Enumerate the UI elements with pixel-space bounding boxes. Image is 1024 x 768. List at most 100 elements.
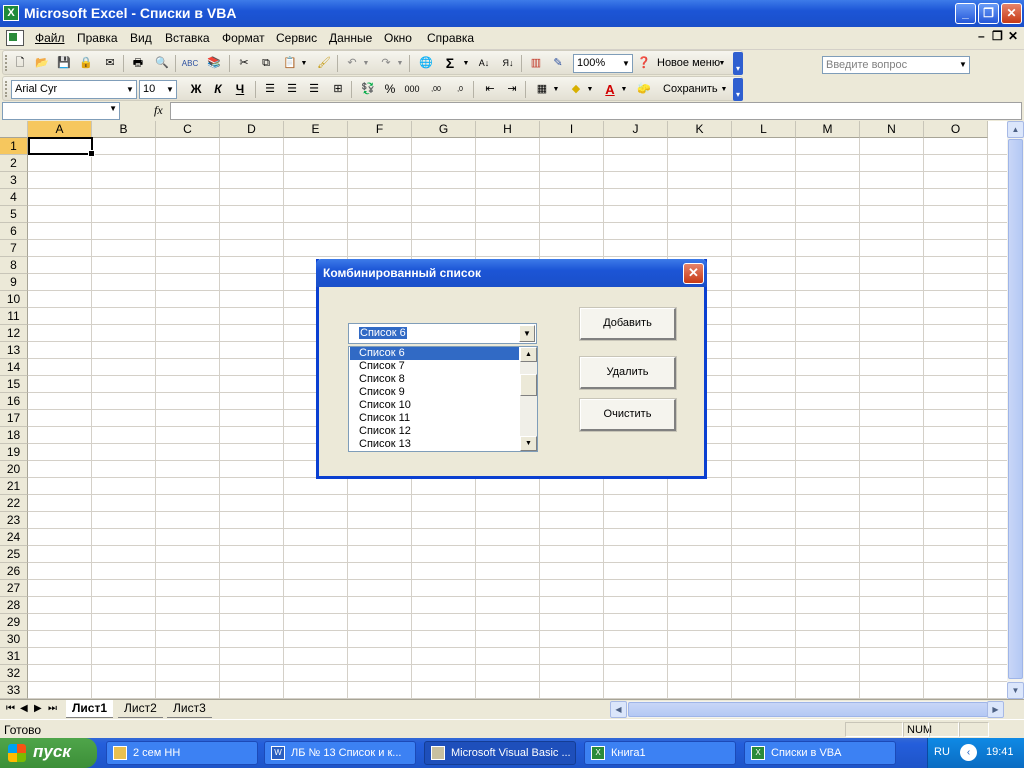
column-header[interactable]: M (796, 121, 860, 138)
format-painter-icon[interactable]: 🖌 (315, 55, 333, 72)
font-size-select[interactable]: 10 ▼ (139, 80, 177, 99)
row-header[interactable]: 15 (0, 376, 28, 393)
chevron-down-icon[interactable]: ▼ (585, 81, 595, 98)
scroll-left-icon[interactable]: ◀ (610, 701, 627, 718)
print-icon[interactable]: 🖶 (129, 55, 147, 72)
row-header[interactable]: 27 (0, 580, 28, 597)
dialog-close-button[interactable]: ✕ (683, 263, 704, 284)
toolbar-grip[interactable] (5, 55, 8, 71)
new-doc-icon[interactable]: 🗋 (11, 55, 29, 72)
row-header[interactable]: 2 (0, 155, 28, 172)
row-header[interactable]: 29 (0, 614, 28, 631)
delete-button[interactable]: Удалить (579, 356, 677, 390)
task-lists-vba[interactable]: X Списки в VBA (744, 741, 896, 765)
sheet-tab-1[interactable]: Лист1 (66, 700, 114, 718)
decrease-decimal-icon[interactable]: ,0 (451, 81, 469, 98)
menu-help[interactable]: Справка (424, 31, 477, 45)
tray-expand-icon[interactable]: ‹ (960, 744, 977, 761)
increase-decimal-icon[interactable]: ,00 (427, 81, 445, 98)
undo-icon[interactable]: ↶ (343, 55, 361, 72)
chevron-down-icon[interactable]: ▼ (361, 55, 371, 72)
doc-minimize-icon[interactable]: – (978, 29, 985, 43)
chevron-down-icon[interactable]: ▼ (619, 81, 629, 98)
save-toolbar-button[interactable]: Сохранить (663, 83, 718, 95)
row-header[interactable]: 18 (0, 427, 28, 444)
menu-edit[interactable]: Правка (74, 31, 121, 45)
list-item[interactable]: Список 13 (350, 438, 519, 451)
hyperlink-icon[interactable]: 🌐 (417, 55, 435, 72)
chevron-down-icon[interactable]: ▼ (461, 55, 471, 72)
row-header[interactable]: 12 (0, 325, 28, 342)
column-header[interactable]: F (348, 121, 412, 138)
menu-data[interactable]: Данные (326, 31, 375, 45)
row-header[interactable]: 9 (0, 274, 28, 291)
column-header[interactable]: B (92, 121, 156, 138)
menu-file[interactable]: Файл (32, 31, 68, 45)
chevron-down-icon[interactable]: ▼ (620, 55, 632, 72)
add-button[interactable]: Добавить (579, 307, 677, 341)
drawing-icon[interactable]: ✎ (549, 55, 567, 72)
autosum-icon[interactable]: Σ (441, 55, 459, 72)
currency-icon[interactable]: 💱 (359, 81, 377, 98)
list-item[interactable]: Список 10 (350, 399, 519, 412)
toolbar-grip[interactable] (5, 81, 8, 97)
row-header[interactable]: 28 (0, 597, 28, 614)
row-header[interactable]: 4 (0, 189, 28, 206)
new-menu-button[interactable]: Новое меню (657, 57, 720, 69)
sheet-tab-2[interactable]: Лист2 (118, 700, 163, 718)
row-header[interactable]: 7 (0, 240, 28, 257)
toolbar-options-icon[interactable]: ▾ (733, 52, 743, 75)
chevron-down-icon[interactable]: ▼ (717, 55, 727, 72)
chevron-down-icon[interactable]: ▼ (519, 325, 535, 342)
comma-style-icon[interactable]: 000 (403, 81, 421, 98)
row-header[interactable]: 19 (0, 444, 28, 461)
row-header[interactable]: 8 (0, 257, 28, 274)
research-icon[interactable]: 📚 (205, 55, 223, 72)
scroll-up-icon[interactable]: ▲ (1007, 121, 1024, 138)
zoom-select[interactable]: 100% ▼ (573, 54, 633, 73)
spelling-icon[interactable]: ABC (181, 55, 199, 72)
permission-icon[interactable]: 🔒 (77, 55, 95, 72)
align-left-icon[interactable]: ☰ (261, 81, 279, 98)
chart-wizard-icon[interactable]: ▥ (527, 55, 545, 72)
vertical-scrollbar[interactable]: ▲ ▼ (1007, 121, 1024, 699)
decrease-indent-icon[interactable]: ⇤ (481, 81, 499, 98)
column-header[interactable]: E (284, 121, 348, 138)
row-header[interactable]: 16 (0, 393, 28, 410)
clear-format-icon[interactable]: 🧽 (635, 81, 653, 98)
chevron-down-icon[interactable]: ▼ (164, 81, 176, 98)
list-item[interactable]: Список 6 (350, 347, 519, 360)
doc-restore-icon[interactable]: ❐ (992, 29, 1003, 43)
column-header[interactable]: I (540, 121, 604, 138)
row-header[interactable]: 1 (0, 138, 28, 155)
column-header[interactable]: O (924, 121, 988, 138)
task-book1[interactable]: X Книга1 (584, 741, 736, 765)
sort-descending-icon[interactable]: Я↓ (499, 55, 517, 72)
list-scrollbar[interactable]: ▲ ▼ (520, 347, 537, 451)
scroll-right-icon[interactable]: ▶ (987, 701, 1004, 718)
clear-button[interactable]: Очистить (579, 398, 677, 432)
column-header[interactable]: G (412, 121, 476, 138)
task-vba-editor[interactable]: Microsoft Visual Basic ... (424, 741, 576, 765)
print-preview-icon[interactable]: 🔍 (153, 55, 171, 72)
row-header[interactable]: 31 (0, 648, 28, 665)
email-icon[interactable]: ✉ (101, 55, 119, 72)
doc-close-icon[interactable]: ✕ (1008, 29, 1018, 43)
fill-color-icon[interactable]: ◆ (567, 81, 585, 98)
prev-sheet-icon[interactable]: ◀ (20, 703, 28, 714)
redo-icon[interactable]: ↷ (377, 55, 395, 72)
chevron-down-icon[interactable]: ▼ (109, 104, 117, 113)
help-icon[interactable]: ❓ (635, 55, 653, 72)
list-item[interactable]: Список 11 (350, 412, 519, 425)
column-header[interactable]: C (156, 121, 220, 138)
horizontal-scroll-thumb[interactable] (628, 702, 988, 717)
percent-icon[interactable]: % (381, 81, 399, 98)
vertical-scroll-thumb[interactable] (1008, 139, 1023, 679)
chevron-down-icon[interactable]: ▼ (299, 55, 309, 72)
row-header[interactable]: 11 (0, 308, 28, 325)
name-box[interactable]: ▼ (2, 102, 120, 120)
scroll-down-icon[interactable]: ▼ (520, 436, 537, 451)
horizontal-scrollbar[interactable]: ◀ ▶ (610, 701, 1004, 718)
task-folder[interactable]: 2 сем НН (106, 741, 258, 765)
last-sheet-icon[interactable]: ⏭ (48, 703, 57, 714)
